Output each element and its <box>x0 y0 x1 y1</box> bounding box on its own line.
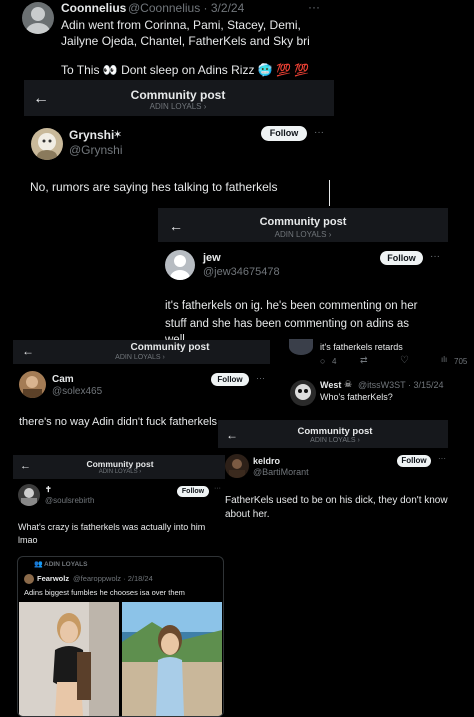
quoted-tweet[interactable]: 👥 ADIN LOYALS Fearwolz @fearoppwolz · 2/… <box>17 556 224 717</box>
author-handle: @soulsrebirth <box>45 496 95 505</box>
avatar[interactable] <box>165 250 195 280</box>
avatar[interactable] <box>22 2 54 34</box>
follow-button[interactable]: Follow <box>261 126 307 141</box>
follow-button[interactable]: Follow <box>211 373 249 386</box>
author-handle: @Grynshi <box>69 143 123 157</box>
reply-icon[interactable]: ○ <box>320 356 325 366</box>
more-options-icon[interactable]: ··· <box>256 373 265 383</box>
follow-button[interactable]: Follow <box>380 251 423 265</box>
avatar[interactable] <box>289 339 313 355</box>
post-text-line: lmao <box>18 535 38 545</box>
author-handle-date: @itssW3ST · 3/15/24 <box>358 380 444 390</box>
author-name[interactable]: ✝ <box>45 485 52 494</box>
more-options-icon[interactable]: ··· <box>214 485 221 492</box>
post-text-line: about her. <box>225 509 270 520</box>
default-avatar-icon <box>170 255 190 280</box>
author-name[interactable]: Grynshi <box>69 128 114 142</box>
views-icon[interactable]: ılı <box>441 355 447 364</box>
author-name[interactable]: West <box>320 380 341 390</box>
community-post-title: Community post <box>259 216 347 228</box>
quoted-text: Adins biggest fumbles he chooses isa ove… <box>24 588 185 597</box>
avatar <box>24 574 34 584</box>
cartoon-avatar-icon <box>37 133 57 160</box>
quoted-handle-date: @fearoppwolz · 2/18/24 <box>73 574 153 583</box>
author-name[interactable]: jew <box>203 252 221 264</box>
author-handle-date: @Coonnelius · 3/2/24 <box>128 1 245 15</box>
skull-avatar-icon <box>295 384 311 400</box>
reply-text: it's fatherkels retards <box>320 342 403 352</box>
photo-avatar-icon <box>23 376 42 398</box>
more-options-icon[interactable]: ··· <box>430 251 440 262</box>
retweet-icon[interactable]: ⇄ <box>360 355 368 366</box>
post-text-line: it's fatherkels on ig. he's been comment… <box>165 300 418 312</box>
quoted-community-name: ADIN LOYALS <box>44 561 88 568</box>
community-post-title: Community post <box>130 342 210 353</box>
community-post-title: Community post <box>130 88 226 102</box>
tweet-text-line: Jailyne Ojeda, Chantel, FatherKels and S… <box>61 34 310 48</box>
back-arrow-icon[interactable]: ← <box>169 218 183 234</box>
photo-avatar-icon <box>21 488 37 506</box>
author-handle: @solex465 <box>52 386 103 397</box>
author-handle: @jew34675478 <box>203 266 280 278</box>
back-arrow-icon[interactable]: ← <box>20 460 31 472</box>
post-text-line: FatherKels used to be on his dick, they … <box>225 495 448 506</box>
like-icon[interactable]: ♡ <box>400 355 409 366</box>
avatar[interactable] <box>19 371 46 398</box>
post-text: there's no way Adin didn't fuck fatherke… <box>19 416 218 428</box>
back-arrow-icon[interactable]: ← <box>226 428 238 442</box>
community-name-link[interactable]: ADIN LOYALS › <box>230 230 376 239</box>
woman-photo-icon <box>19 602 119 716</box>
verified-star-icon: ✶ <box>113 129 123 141</box>
tweet-text-line: Adin went from Corinna, Pami, Stacey, De… <box>61 18 301 32</box>
divider <box>329 180 330 206</box>
community-name-link[interactable]: ADIN LOYALS › <box>90 102 266 111</box>
community-post-title: Community post <box>86 459 154 469</box>
follow-button[interactable]: Follow <box>177 486 209 497</box>
follow-button[interactable]: Follow <box>397 455 431 467</box>
avatar[interactable] <box>225 454 249 478</box>
quoted-author-name: Fearwolz <box>37 574 70 583</box>
post-text-line: stuff and she has been commenting on adi… <box>165 318 410 330</box>
community-icon: 👥 <box>34 561 43 568</box>
quoted-image[interactable] <box>122 602 222 716</box>
community-name-link[interactable]: ADIN LOYALS › <box>90 354 190 361</box>
back-arrow-icon[interactable]: ← <box>22 344 34 358</box>
avatar[interactable] <box>31 128 63 160</box>
post-text-line: What's crazy is fatherkels was actually … <box>18 522 206 532</box>
author-name[interactable]: Coonnelius <box>61 1 126 15</box>
more-options-icon[interactable]: ··· <box>314 127 324 138</box>
more-options-icon[interactable]: ··· <box>308 0 320 14</box>
community-name-link[interactable]: ADIN LOYALS › <box>75 469 165 475</box>
views-count: 705 <box>454 357 468 366</box>
post-text: No, rumors are saying hes talking to fat… <box>30 180 278 194</box>
badge-icon: ☠ <box>344 379 353 389</box>
reply-text: Who's fatherKels? <box>320 392 393 402</box>
tweet-text-line: To This 👀 Dont sleep on Adins Rizz 🥶 💯 💯 <box>61 63 310 77</box>
photo-avatar-icon <box>229 459 245 478</box>
author-name[interactable]: Cam <box>52 374 74 385</box>
back-arrow-icon[interactable]: ← <box>33 90 49 108</box>
reply-count: 4 <box>332 357 337 366</box>
woman-beach-photo-icon <box>122 602 222 716</box>
author-name[interactable]: keldro <box>253 456 280 466</box>
community-post-title: Community post <box>297 426 373 437</box>
avatar[interactable] <box>290 380 316 406</box>
community-name-link[interactable]: ADIN LOYALS › <box>278 437 392 444</box>
person-avatar-icon <box>26 7 50 34</box>
author-handle: @BartiMorant <box>253 467 309 477</box>
avatar[interactable] <box>18 484 40 506</box>
quoted-image[interactable] <box>19 602 119 716</box>
more-options-icon[interactable]: ··· <box>438 454 446 463</box>
